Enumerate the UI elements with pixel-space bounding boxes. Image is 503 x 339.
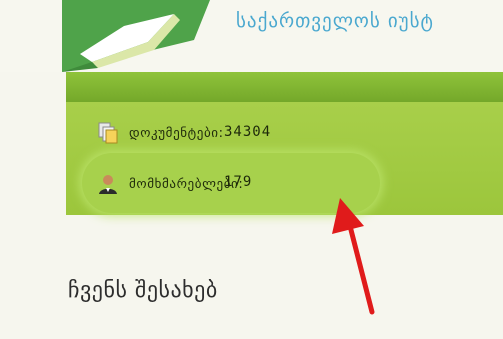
documents-count: 34304 bbox=[224, 124, 272, 140]
documents-stat: დოკუმენტები: bbox=[97, 120, 224, 146]
page: საქართველოს იუსტ დოკუმენტები: 34304 მომხ… bbox=[0, 0, 503, 339]
user-icon bbox=[99, 175, 117, 194]
navigation-bar bbox=[66, 72, 503, 102]
users-count: 179 bbox=[224, 174, 253, 190]
documents-icon bbox=[98, 122, 118, 144]
open-book-logo[interactable] bbox=[62, 0, 210, 72]
annotation-arrow bbox=[332, 198, 375, 315]
users-stat: მომხმარებლები: bbox=[97, 171, 243, 197]
documents-label: დოკუმენტები: bbox=[129, 125, 224, 141]
site-title[interactable]: საქართველოს იუსტ bbox=[236, 10, 503, 32]
about-heading: ჩვენს შესახებ bbox=[68, 278, 218, 303]
site-header: საქართველოს იუსტ bbox=[0, 0, 503, 72]
